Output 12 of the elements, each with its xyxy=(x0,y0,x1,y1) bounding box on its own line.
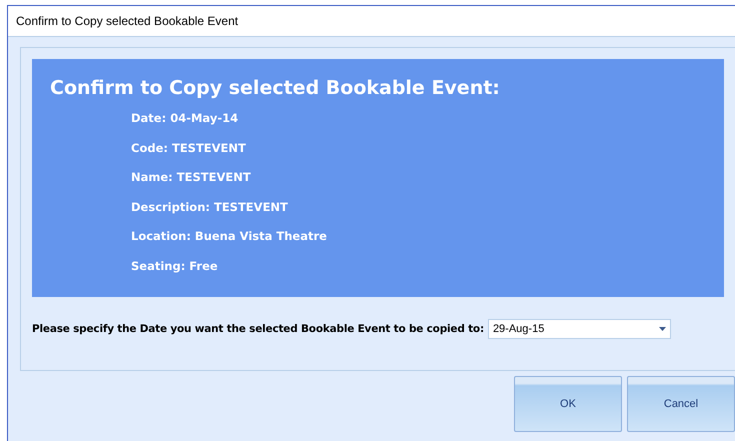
ok-button[interactable]: OK xyxy=(514,376,622,432)
detail-text: Seating: Free xyxy=(131,258,219,274)
detail-text: Description: TESTEVENT xyxy=(131,198,289,216)
date-prompt-label: Please specify the Date you want the selected Bookable Event to be copied to: xyxy=(32,323,484,335)
detail-text: Code: TESTEVENT xyxy=(131,140,247,156)
window-title: Confirm to Copy selected Bookable Event xyxy=(16,14,238,28)
detail-text: Date: 04-May-14 xyxy=(131,110,240,127)
summary-heading: Confirm to Copy selected Bookable Event: xyxy=(50,77,501,99)
date-dropdown[interactable]: 29-Aug-15 xyxy=(488,319,671,339)
detail-text: Name: TESTEVENT xyxy=(131,169,252,186)
detail-text: Location: Buena Vista Theatre xyxy=(131,228,328,245)
cancel-button[interactable]: Cancel xyxy=(627,376,735,432)
